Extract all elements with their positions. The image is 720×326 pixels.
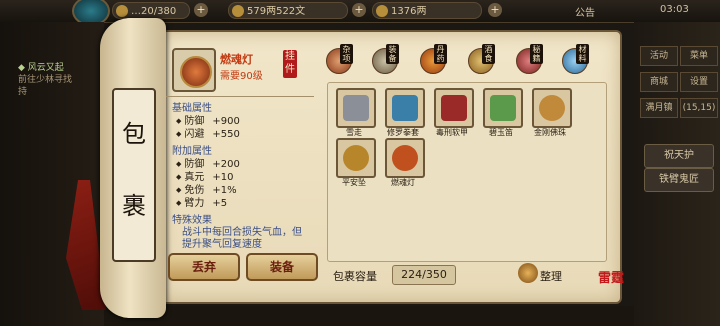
special-effect-title: 特殊效果 (172, 215, 212, 226)
seal-logo: 雷霆 (598, 271, 625, 286)
inventory-slot[interactable] (434, 88, 474, 128)
location-name: 满月镇 (640, 98, 678, 118)
attr-row: ◆ 防御 +200 (176, 159, 240, 170)
scroll-roll: 包 裹 (100, 18, 166, 318)
menu-button[interactable]: 菜单 (680, 46, 718, 66)
tab-misc[interactable]: 杂项 (324, 44, 354, 76)
slot-name: 修罗拳套 (387, 128, 419, 137)
silver-icon (376, 5, 388, 17)
inventory-slot[interactable] (385, 88, 425, 128)
capacity-label: 包裹容量 (333, 270, 377, 283)
slot-name: 碧玉笛 (489, 128, 513, 137)
item-requirement: 需要90级 (220, 71, 263, 82)
slot-name: 燃魂灯 (391, 178, 415, 187)
title-char-1: 包 (122, 120, 146, 148)
clock: 03:03 (660, 4, 689, 15)
category-tabs: 杂项 装备 丹药 酒食 秘籍 材料 (320, 40, 610, 82)
resource-3: 1376两 (372, 2, 482, 19)
discard-button[interactable]: 丢弃 (168, 253, 240, 281)
slot-name: 毒刑软甲 (436, 128, 468, 137)
settings-button[interactable]: 设置 (680, 72, 718, 92)
pendant-icon (343, 145, 369, 171)
equip-button[interactable]: 装备 (246, 253, 318, 281)
activity-button[interactable]: 活动 (640, 46, 678, 66)
inventory-slot[interactable] (483, 88, 523, 128)
slot-name: 平安坠 (342, 178, 366, 187)
panel-title: 包 裹 (112, 88, 156, 262)
flute-icon (490, 95, 516, 121)
title-char-2: 裹 (122, 192, 146, 220)
attr-row: ◆ 防御 +900 (176, 116, 240, 127)
slot-name: 雪走 (346, 128, 362, 137)
announcement-button[interactable]: 公告 (575, 4, 595, 19)
coin-icon (232, 5, 244, 17)
attr-row: ◆ 免伤 +1% (176, 185, 237, 196)
add-resource-2-button[interactable]: + (352, 3, 366, 17)
tab-pills[interactable]: 丹药 (418, 44, 448, 76)
npc-button-1[interactable]: 祝天护 (644, 144, 714, 168)
lantern-icon (392, 145, 418, 171)
base-attr-title: 基础属性 (172, 103, 212, 114)
quest-desc-2: 持 (18, 87, 28, 97)
special-effect-text: 战斗中每回合损失气血，但提升聚气回复速度 (182, 227, 302, 250)
item-name: 燃魂灯 (220, 53, 253, 66)
beads-icon (539, 95, 565, 121)
inventory-slot[interactable] (385, 138, 425, 178)
quest-title: ◆ 风云又起 (18, 63, 64, 73)
add-resource-1-button[interactable]: + (194, 3, 208, 17)
inventory-slot[interactable] (532, 88, 572, 128)
resource-1: …20/380 (112, 2, 190, 19)
capacity-value: 224/350 (392, 265, 456, 285)
slot-name: 金刚佛珠 (534, 128, 566, 137)
quest-tracker[interactable]: ◆ 风云又起 前往少林寻找 持 (18, 62, 88, 98)
gauntlet-icon (392, 95, 418, 121)
sword-icon (343, 95, 369, 121)
attr-row: ◆ 闪避 +550 (176, 129, 240, 140)
bottom-bar (104, 306, 634, 326)
jade-icon (116, 5, 128, 17)
extra-attr-title: 附加属性 (172, 146, 212, 157)
npc-button-2[interactable]: 铁臂鬼匠 (644, 168, 714, 192)
tab-equipment[interactable]: 装备 (370, 44, 400, 76)
location-coords: (15,15) (680, 98, 718, 118)
attr-row: ◆ 臂力 +5 (176, 198, 228, 209)
tab-manuals[interactable]: 秘籍 (514, 44, 544, 76)
sort-button[interactable]: 整理 (540, 268, 562, 284)
add-resource-3-button[interactable]: + (488, 3, 502, 17)
shop-button[interactable]: 商城 (640, 72, 678, 92)
quest-desc: 前往少林寻找 (18, 75, 73, 85)
sort-icon[interactable] (518, 263, 538, 283)
lantern-icon (180, 56, 212, 88)
armor-icon (441, 95, 467, 121)
selected-item-icon (172, 48, 216, 92)
inventory-slot[interactable] (336, 138, 376, 178)
attr-row: ◆ 真元 +10 (176, 172, 234, 183)
equipped-tag: 挂件 (283, 50, 297, 78)
item-detail: 基础属性 ◆ 防御 +900 ◆ 闪避 +550 附加属性 ◆ 防御 +200 ◆ 真元 +10… (166, 96, 314, 250)
tab-materials[interactable]: 材料 (560, 44, 590, 76)
resource-2: 579两522文 (228, 2, 348, 19)
tab-food[interactable]: 酒食 (466, 44, 496, 76)
inventory-slot[interactable] (336, 88, 376, 128)
